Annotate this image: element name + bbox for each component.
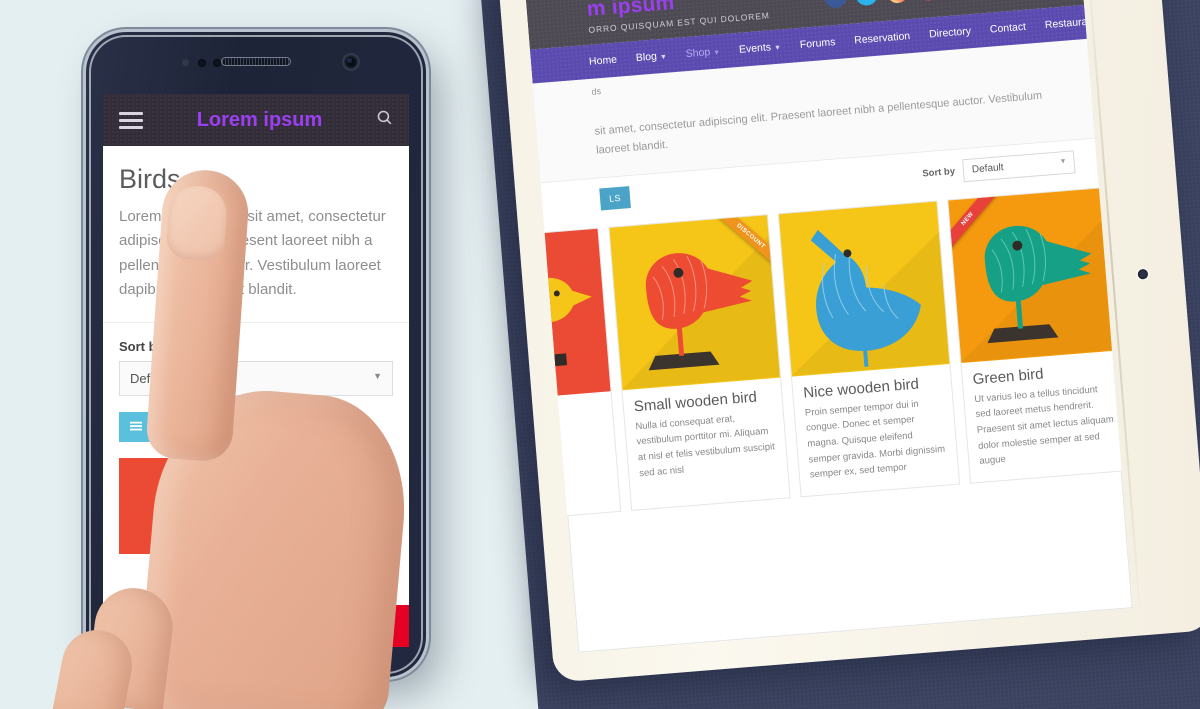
sort-select[interactable]: Default ▼ xyxy=(119,361,393,397)
grid-icon xyxy=(198,421,211,433)
twitter-icon[interactable] xyxy=(164,605,226,647)
product-description: Nulla id consequat erat, vestibulum port… xyxy=(635,412,776,479)
yellow-bird-illustration xyxy=(119,458,252,555)
nav-item-blog[interactable]: Blog ▼ xyxy=(635,50,667,64)
product-description: Ut varius leo a tellus tincidunt sed lao… xyxy=(973,383,1115,468)
hamburger-menu-icon[interactable] xyxy=(119,108,143,133)
nav-item-directory[interactable]: Directory xyxy=(929,25,972,40)
thumbnails-view-button[interactable]: THUMBNAILS xyxy=(187,412,313,443)
nav-item-reservation[interactable]: Reservation xyxy=(854,30,911,46)
sort-select[interactable]: Default ▼ xyxy=(962,149,1076,182)
facebook-icon[interactable]: f xyxy=(823,0,848,9)
phone-header: Lorem ipsum xyxy=(103,94,409,146)
tablet-view-toggle[interactable]: LS xyxy=(599,186,631,211)
earpiece-speaker xyxy=(222,58,290,65)
back-icon[interactable] xyxy=(350,630,370,651)
front-camera-icon xyxy=(344,55,358,69)
list-view-label: LIST xyxy=(148,420,177,435)
googleplus-icon[interactable]: G+ xyxy=(916,0,941,1)
product-thumbnail[interactable]: NEW xyxy=(948,187,1119,363)
chevron-down-icon: ▼ xyxy=(373,371,382,382)
product-thumbnail-yellow-bird[interactable] xyxy=(119,458,252,555)
nav-item-shop[interactable]: Shop ▼ xyxy=(685,45,720,60)
sort-by-label: Sort by xyxy=(119,339,164,355)
proximity-sensor-icon xyxy=(182,59,189,66)
phone-device: Lorem ipsum Birds Lorem ipsum dolor sit … xyxy=(86,32,426,677)
tablet-screen: m ipsum ORRO QUISQUAM EST QUI DOLOREM f … xyxy=(525,0,1133,653)
phone-lead-paragraph: Lorem ipsum dolor sit amet, consectetur … xyxy=(103,205,409,324)
home-button[interactable] xyxy=(217,631,295,659)
tablet-topbar-actions: f G+ 𝕡 2 EN xyxy=(823,0,1067,9)
nav-item-events[interactable]: Events ▼ xyxy=(739,41,782,56)
nav-item-home[interactable]: Home xyxy=(589,54,618,68)
scene: m ipsum ORRO QUISQUAM EST QUI DOLOREM f … xyxy=(0,0,1200,709)
product-card-green-bird[interactable]: NEW Green bird Ut varius leo a tellus ti… xyxy=(947,186,1130,484)
thumbnails-view-button[interactable]: LS xyxy=(599,186,631,211)
product-card-nice-wooden-bird[interactable]: Nice wooden bird Proin semper tempor dui… xyxy=(777,199,961,498)
chevron-down-icon: ▼ xyxy=(659,53,668,62)
product-grid: ctus,eu xyxy=(525,180,1130,522)
chevron-down-icon: ▼ xyxy=(773,44,782,53)
chevron-down-icon: ▼ xyxy=(1059,157,1067,165)
twitter-icon[interactable] xyxy=(854,0,879,6)
product-card-small-wooden-bird[interactable]: DISCOUNT Small wooden bird Nulla id cons… xyxy=(608,213,791,511)
product-thumbnail[interactable]: DISCOUNT xyxy=(609,214,780,390)
sort-select-value: Default xyxy=(130,371,172,387)
phone-product-thumbnails: DISCOUNT xyxy=(103,442,409,555)
sort-by-label: Sort by xyxy=(921,165,956,180)
thumbnails-view-label: THUMBNAILS xyxy=(216,420,302,435)
page-title: Birds xyxy=(119,164,181,194)
sensor-icon xyxy=(198,59,206,67)
list-icon xyxy=(130,421,142,431)
phone-screen: Lorem ipsum Birds Lorem ipsum dolor sit … xyxy=(103,94,409,647)
tablet-device: m ipsum ORRO QUISQUAM EST QUI DOLOREM f … xyxy=(497,0,1200,683)
instagram-icon[interactable] xyxy=(885,0,910,4)
phone-logo[interactable]: Lorem ipsum xyxy=(197,109,323,132)
chevron-down-icon: ▼ xyxy=(713,49,721,57)
search-icon[interactable] xyxy=(376,109,393,131)
nav-item-contact[interactable]: Contact xyxy=(989,21,1026,36)
sensor-icon xyxy=(213,59,221,67)
product-description: Proin semper tempor dui in congue. Donec… xyxy=(804,398,946,481)
sort-select-value: Default xyxy=(971,161,1004,176)
tablet-sort-control: Sort by Default ▼ xyxy=(921,149,1076,185)
product-thumbnail[interactable] xyxy=(778,201,950,377)
view-toggle-group: LIST THUMBNAILS xyxy=(119,412,393,443)
tablet-brand[interactable]: m ipsum ORRO QUISQUAM EST QUI DOLOREM xyxy=(586,0,770,35)
googleplus-icon[interactable]: G+ xyxy=(286,605,348,647)
list-view-button[interactable]: LIST xyxy=(119,412,188,443)
product-thumbnail-red-bird[interactable]: DISCOUNT xyxy=(260,458,393,555)
recents-icon[interactable] xyxy=(142,630,162,651)
blue-bird-illustration xyxy=(778,202,950,376)
nav-item-forums[interactable]: Forums xyxy=(799,36,835,51)
